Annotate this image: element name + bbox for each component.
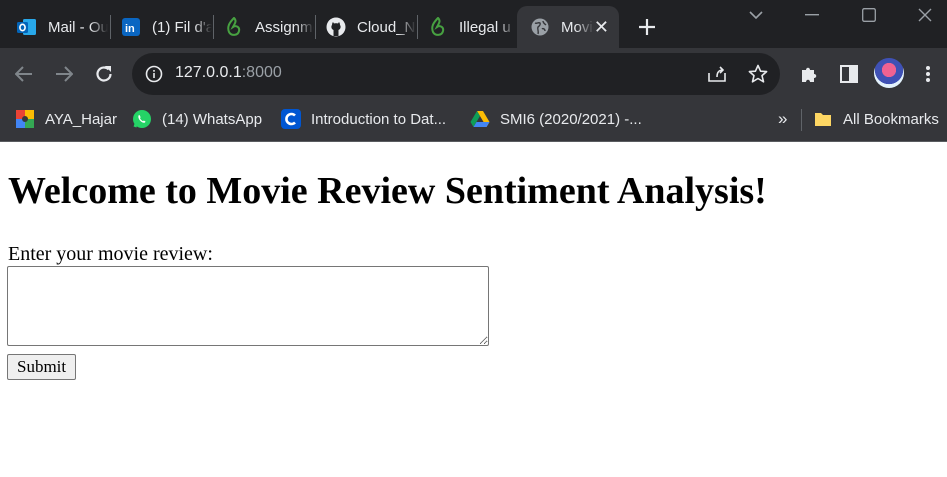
tab-title: (1) Fil d'actualité [152,18,212,36]
browser-chrome: Mail - Outlook in (1) Fil d'actualité As… [0,0,947,142]
maximize-button[interactable] [846,0,892,30]
tab-movie-review[interactable]: Movie Review ✕ [517,6,619,48]
profile-avatar[interactable] [874,58,904,88]
toolbar: 127.0.0.1:8000 [0,48,947,100]
bookmark-aya-hajar[interactable]: AYA_Hajar [15,108,117,130]
svg-text:in: in [125,23,135,35]
bookmark-label: Introduction to Dat... [311,110,447,128]
review-textarea[interactable] [7,266,489,346]
bookmark-coursera[interactable]: Introduction to Dat... [281,108,446,130]
all-bookmarks-button[interactable]: All Bookmarks [813,108,939,130]
page-content: Welcome to Movie Review Sentiment Analys… [0,142,947,477]
side-panel-icon [840,65,858,83]
tab-mail-outlook[interactable]: Mail - Outlook [0,6,108,48]
share-icon[interactable] [706,63,728,85]
google-photos-icon [15,109,35,129]
github-icon [325,16,347,38]
bookmark-label: (14) WhatsApp [162,110,263,128]
star-icon[interactable] [747,63,769,85]
info-icon[interactable] [144,64,164,84]
tab-title: Mail - Outlook [48,18,108,36]
url-port: :8000 [241,64,282,81]
linkedin-icon: in [120,16,142,38]
forward-button[interactable] [50,60,78,88]
overleaf-icon [223,16,245,38]
globe-icon [529,16,551,38]
tab-linkedin[interactable]: in (1) Fil d'actualité [104,6,212,48]
overleaf-icon [427,16,449,38]
tab-title: Assignment [255,18,314,36]
google-drive-icon [470,109,490,129]
close-window-button[interactable] [902,0,947,30]
arrow-left-icon [15,66,32,82]
menu-button[interactable] [914,60,942,88]
minimize-button[interactable] [789,0,835,30]
overflow-chevron: » [778,109,788,128]
arrow-right-icon [56,66,73,82]
bookmark-smi6[interactable]: SMI6 (2020/2021) -... [470,108,642,130]
more-vertical-icon [926,66,930,82]
tab-strip: Mail - Outlook in (1) Fil d'actualité As… [0,0,947,48]
bookmarks-overflow-button[interactable]: » [778,108,787,130]
url-host: 127.0.0.1 [175,64,242,81]
bookmark-label: AYA_Hajar [45,110,117,128]
bookmarks-bar: AYA_Hajar (14) WhatsApp Introduction to … [0,100,947,142]
extensions-button[interactable] [795,60,823,88]
tab-title: Cloud_N [357,18,416,36]
minimize-icon [805,14,819,16]
back-button[interactable] [10,60,38,88]
address-bar[interactable]: 127.0.0.1:8000 [132,53,780,95]
url-text[interactable]: 127.0.0.1:8000 [175,64,282,82]
side-panel-button[interactable] [835,60,863,88]
tab-search-button[interactable] [733,0,779,30]
maximize-icon [862,8,876,22]
tab-title: Movie Review [561,18,594,36]
reload-button[interactable] [90,60,118,88]
all-bookmarks-label: All Bookmarks [843,110,939,128]
review-label: Enter your movie review: [8,243,213,265]
page-title: Welcome to Movie Review Sentiment Analys… [8,170,767,212]
folder-icon [813,109,833,129]
tab-illegal[interactable]: Illegal u [411,6,516,48]
plus-icon [639,19,655,35]
close-icon [918,8,932,22]
whatsapp-icon [132,109,152,129]
tab-title: Illegal u [459,18,511,36]
reload-icon [96,66,112,82]
tab-assignment[interactable]: Assignment [207,6,314,48]
close-tab-icon[interactable]: ✕ [594,16,609,38]
puzzle-icon [802,67,817,82]
tab-github-cloud[interactable]: Cloud_N [309,6,416,48]
bookmarks-separator [801,109,802,131]
bookmark-label: SMI6 (2020/2021) -... [500,110,642,128]
outlook-icon [16,16,38,38]
new-tab-button[interactable] [632,12,662,42]
chevron-down-icon [749,11,763,19]
coursera-icon [281,109,301,129]
bookmark-whatsapp[interactable]: (14) WhatsApp [132,108,262,130]
submit-button[interactable]: Submit [7,354,77,380]
